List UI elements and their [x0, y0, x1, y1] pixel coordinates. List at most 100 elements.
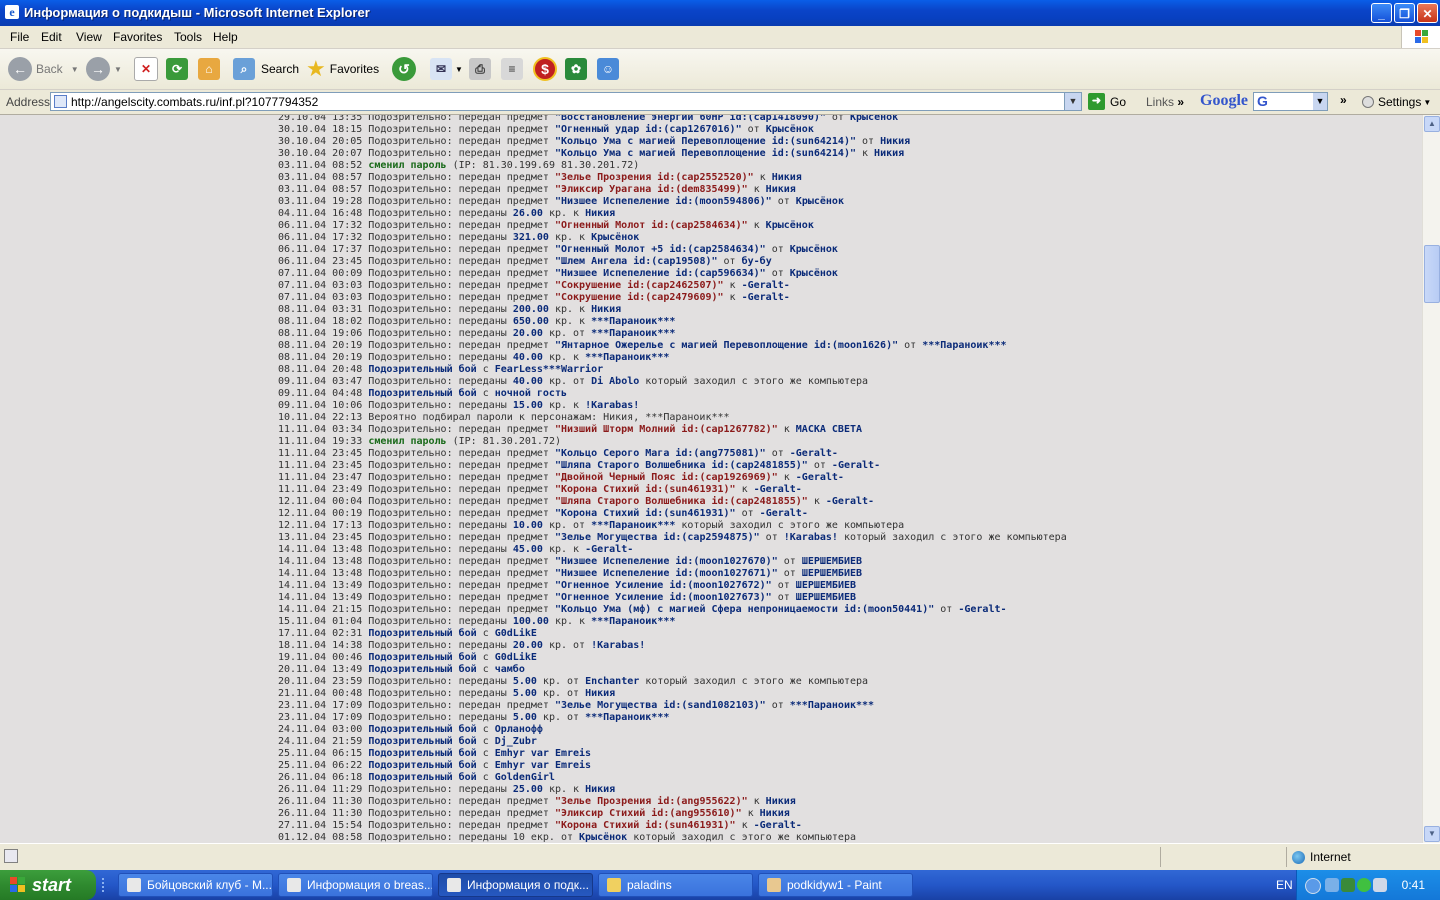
log-highlight[interactable]: Никия	[585, 784, 615, 795]
log-highlight[interactable]: FearLess***Warrior	[495, 364, 603, 375]
log-highlight[interactable]: "Кольцо Серого Мага id:(ang775081)"	[555, 448, 766, 459]
log-highlight[interactable]: ШЕРШЕМБИЕВ	[802, 556, 862, 567]
log-highlight[interactable]: !Karabas!	[784, 532, 838, 543]
log-highlight[interactable]: МАСКА СВЕТА	[796, 424, 862, 435]
links-button[interactable]: Links »	[1146, 95, 1184, 109]
taskbar-item-paladins[interactable]: paladins	[598, 873, 753, 897]
log-highlight[interactable]: Emhyr var Emreis	[495, 760, 591, 771]
refresh-button[interactable]: ⟳	[166, 55, 188, 83]
taskbar-item-paint[interactable]: podkidyw1 - Paint	[758, 873, 913, 897]
google-search-input[interactable]: G ▼	[1253, 92, 1328, 111]
addon-button-2[interactable]: ✿	[565, 55, 587, 83]
log-highlight[interactable]: 25.00	[513, 784, 543, 795]
log-highlight[interactable]: -Geralt-	[754, 820, 802, 831]
chevron-down-icon[interactable]: ▼	[1064, 93, 1081, 110]
chevron-down-icon[interactable]: ▼	[1313, 93, 1327, 110]
messenger-button[interactable]: ☺	[597, 55, 619, 83]
log-highlight[interactable]: -Geralt-	[790, 448, 838, 459]
menu-edit[interactable]: Edit	[41, 30, 62, 44]
taskbar-item-combats[interactable]: Бойцовский клуб - M...	[118, 873, 273, 897]
log-highlight[interactable]: Крысёнок	[790, 268, 838, 279]
log-highlight[interactable]: Крысёнок	[766, 220, 814, 231]
page-content[interactable]: 29.10.04 13:35 Подозрительно: передан пр…	[0, 115, 1422, 843]
log-highlight[interactable]: -Geralt-	[958, 604, 1006, 615]
log-highlight[interactable]: Крысёнок	[796, 196, 844, 207]
log-highlight[interactable]: 40.00	[513, 376, 543, 387]
log-highlight[interactable]: Enchanter	[585, 676, 639, 687]
title-bar[interactable]: e Информация о подкидыш - Microsoft Inte…	[0, 0, 1440, 26]
log-highlight[interactable]: 5.00	[513, 688, 537, 699]
settings-button[interactable]: Settings ▼	[1362, 95, 1431, 109]
menu-file[interactable]: File	[10, 30, 29, 44]
log-highlight[interactable]: 15.00	[513, 400, 543, 411]
log-highlight[interactable]: "Огненный Молот +5 id:(cap2584634)"	[555, 244, 766, 255]
log-highlight[interactable]: ***Параноик***	[591, 328, 675, 339]
log-highlight[interactable]: Никия	[880, 136, 910, 147]
flower-icon[interactable]	[1357, 878, 1371, 892]
log-highlight[interactable]: -Geralt-	[796, 472, 844, 483]
log-highlight[interactable]: ШЕРШЕМБИЕВ	[802, 568, 862, 579]
log-highlight[interactable]: Крысёнок	[850, 115, 898, 123]
menu-favorites[interactable]: Favorites	[113, 30, 162, 44]
log-highlight[interactable]: "Низшее Испепеление id:(moon1027671)"	[555, 568, 778, 579]
log-highlight[interactable]: ***Параноик***	[922, 340, 1006, 351]
edit-button[interactable]: ≡	[501, 55, 523, 83]
log-highlight[interactable]: "Зелье Могущества id:(cap2594875)"	[555, 532, 760, 543]
log-highlight[interactable]: 321.00	[513, 232, 549, 243]
maximize-button[interactable]: ❐	[1394, 3, 1415, 23]
log-highlight[interactable]: Никия	[766, 796, 796, 807]
log-highlight[interactable]: "Восстановление энергии 60HP id:(cap1418…	[555, 115, 826, 123]
log-highlight[interactable]: Никия	[760, 808, 790, 819]
history-button[interactable]: ↺	[392, 55, 420, 83]
log-highlight[interactable]: "Корона Стихий id:(sun461931)"	[555, 508, 736, 519]
log-highlight[interactable]: ***Параноик***	[585, 352, 669, 363]
log-highlight[interactable]: бу-бу	[742, 256, 772, 267]
log-highlight[interactable]: "Кольцо Ума с магией Перевоплощение id:(…	[555, 136, 856, 147]
log-highlight[interactable]: Подозрительный бой	[368, 628, 476, 639]
log-highlight[interactable]: 10.00	[513, 520, 543, 531]
mail-button[interactable]: ✉ ▼	[430, 55, 463, 83]
log-highlight[interactable]: Dj_Zubr	[495, 736, 537, 747]
language-indicator[interactable]: EN	[1276, 878, 1293, 892]
log-highlight[interactable]: ШЕРШЕМБИЕВ	[796, 580, 856, 591]
menu-view[interactable]: View	[76, 30, 102, 44]
scroll-thumb[interactable]	[1424, 245, 1440, 303]
volume-icon[interactable]	[1325, 878, 1339, 892]
menu-tools[interactable]: Tools	[174, 30, 202, 44]
log-highlight[interactable]: GoldenGirl	[495, 772, 555, 783]
log-highlight[interactable]: Никия	[585, 688, 615, 699]
log-highlight[interactable]: -Geralt-	[832, 460, 880, 471]
log-highlight[interactable]: "Янтарное Ожерелье с магией Перевоплощен…	[555, 340, 898, 351]
log-highlight[interactable]: ШЕРШЕМБИЕВ	[796, 592, 856, 603]
log-highlight[interactable]: чамбо	[495, 664, 525, 675]
log-highlight[interactable]: Крысёнок	[591, 232, 639, 243]
log-highlight[interactable]: Подозрительный бой	[368, 664, 476, 675]
log-highlight[interactable]: !Karabas!	[585, 400, 639, 411]
print-button[interactable]: ⎙	[469, 55, 491, 83]
scroll-down-arrow-icon[interactable]: ▼	[1424, 826, 1440, 842]
vertical-scrollbar[interactable]: ▲ ▼	[1422, 115, 1440, 843]
log-highlight[interactable]: "Огненное Усиление id:(moon1027673)"	[555, 592, 772, 603]
log-highlight[interactable]: !Karabas!	[591, 640, 645, 651]
log-highlight[interactable]: "Шлем Ангела id:(cap19508)"	[555, 256, 718, 267]
log-highlight[interactable]: -Geralt-	[760, 508, 808, 519]
log-highlight[interactable]: Никия	[874, 148, 904, 159]
scroll-up-arrow-icon[interactable]: ▲	[1424, 116, 1440, 132]
home-button[interactable]: ⌂	[198, 55, 220, 83]
log-highlight[interactable]: 40.00	[513, 352, 543, 363]
log-highlight[interactable]: Крысёнок	[766, 124, 814, 135]
log-highlight[interactable]: G0dLikE	[495, 652, 537, 663]
address-input[interactable]: http://angelscity.combats.ru/inf.pl?1077…	[50, 92, 1082, 111]
menu-help[interactable]: Help	[213, 30, 238, 44]
log-highlight[interactable]: Emhyr var Emreis	[495, 748, 591, 759]
log-highlight[interactable]: "Низшее Испепеление id:(cap596634)"	[555, 268, 766, 279]
network-icon[interactable]	[1341, 878, 1355, 892]
log-highlight[interactable]: -Geralt-	[826, 496, 874, 507]
chevron-left-icon[interactable]	[1305, 878, 1321, 894]
back-button[interactable]: ← Back ▼	[8, 55, 79, 83]
log-highlight[interactable]: -Geralt-	[742, 292, 790, 303]
log-highlight[interactable]: -Geralt-	[754, 484, 802, 495]
log-highlight[interactable]: Подозрительный бой	[368, 652, 476, 663]
log-highlight[interactable]: ***Параноик***	[591, 616, 675, 627]
log-highlight[interactable]: Подозрительный бой	[368, 364, 476, 375]
